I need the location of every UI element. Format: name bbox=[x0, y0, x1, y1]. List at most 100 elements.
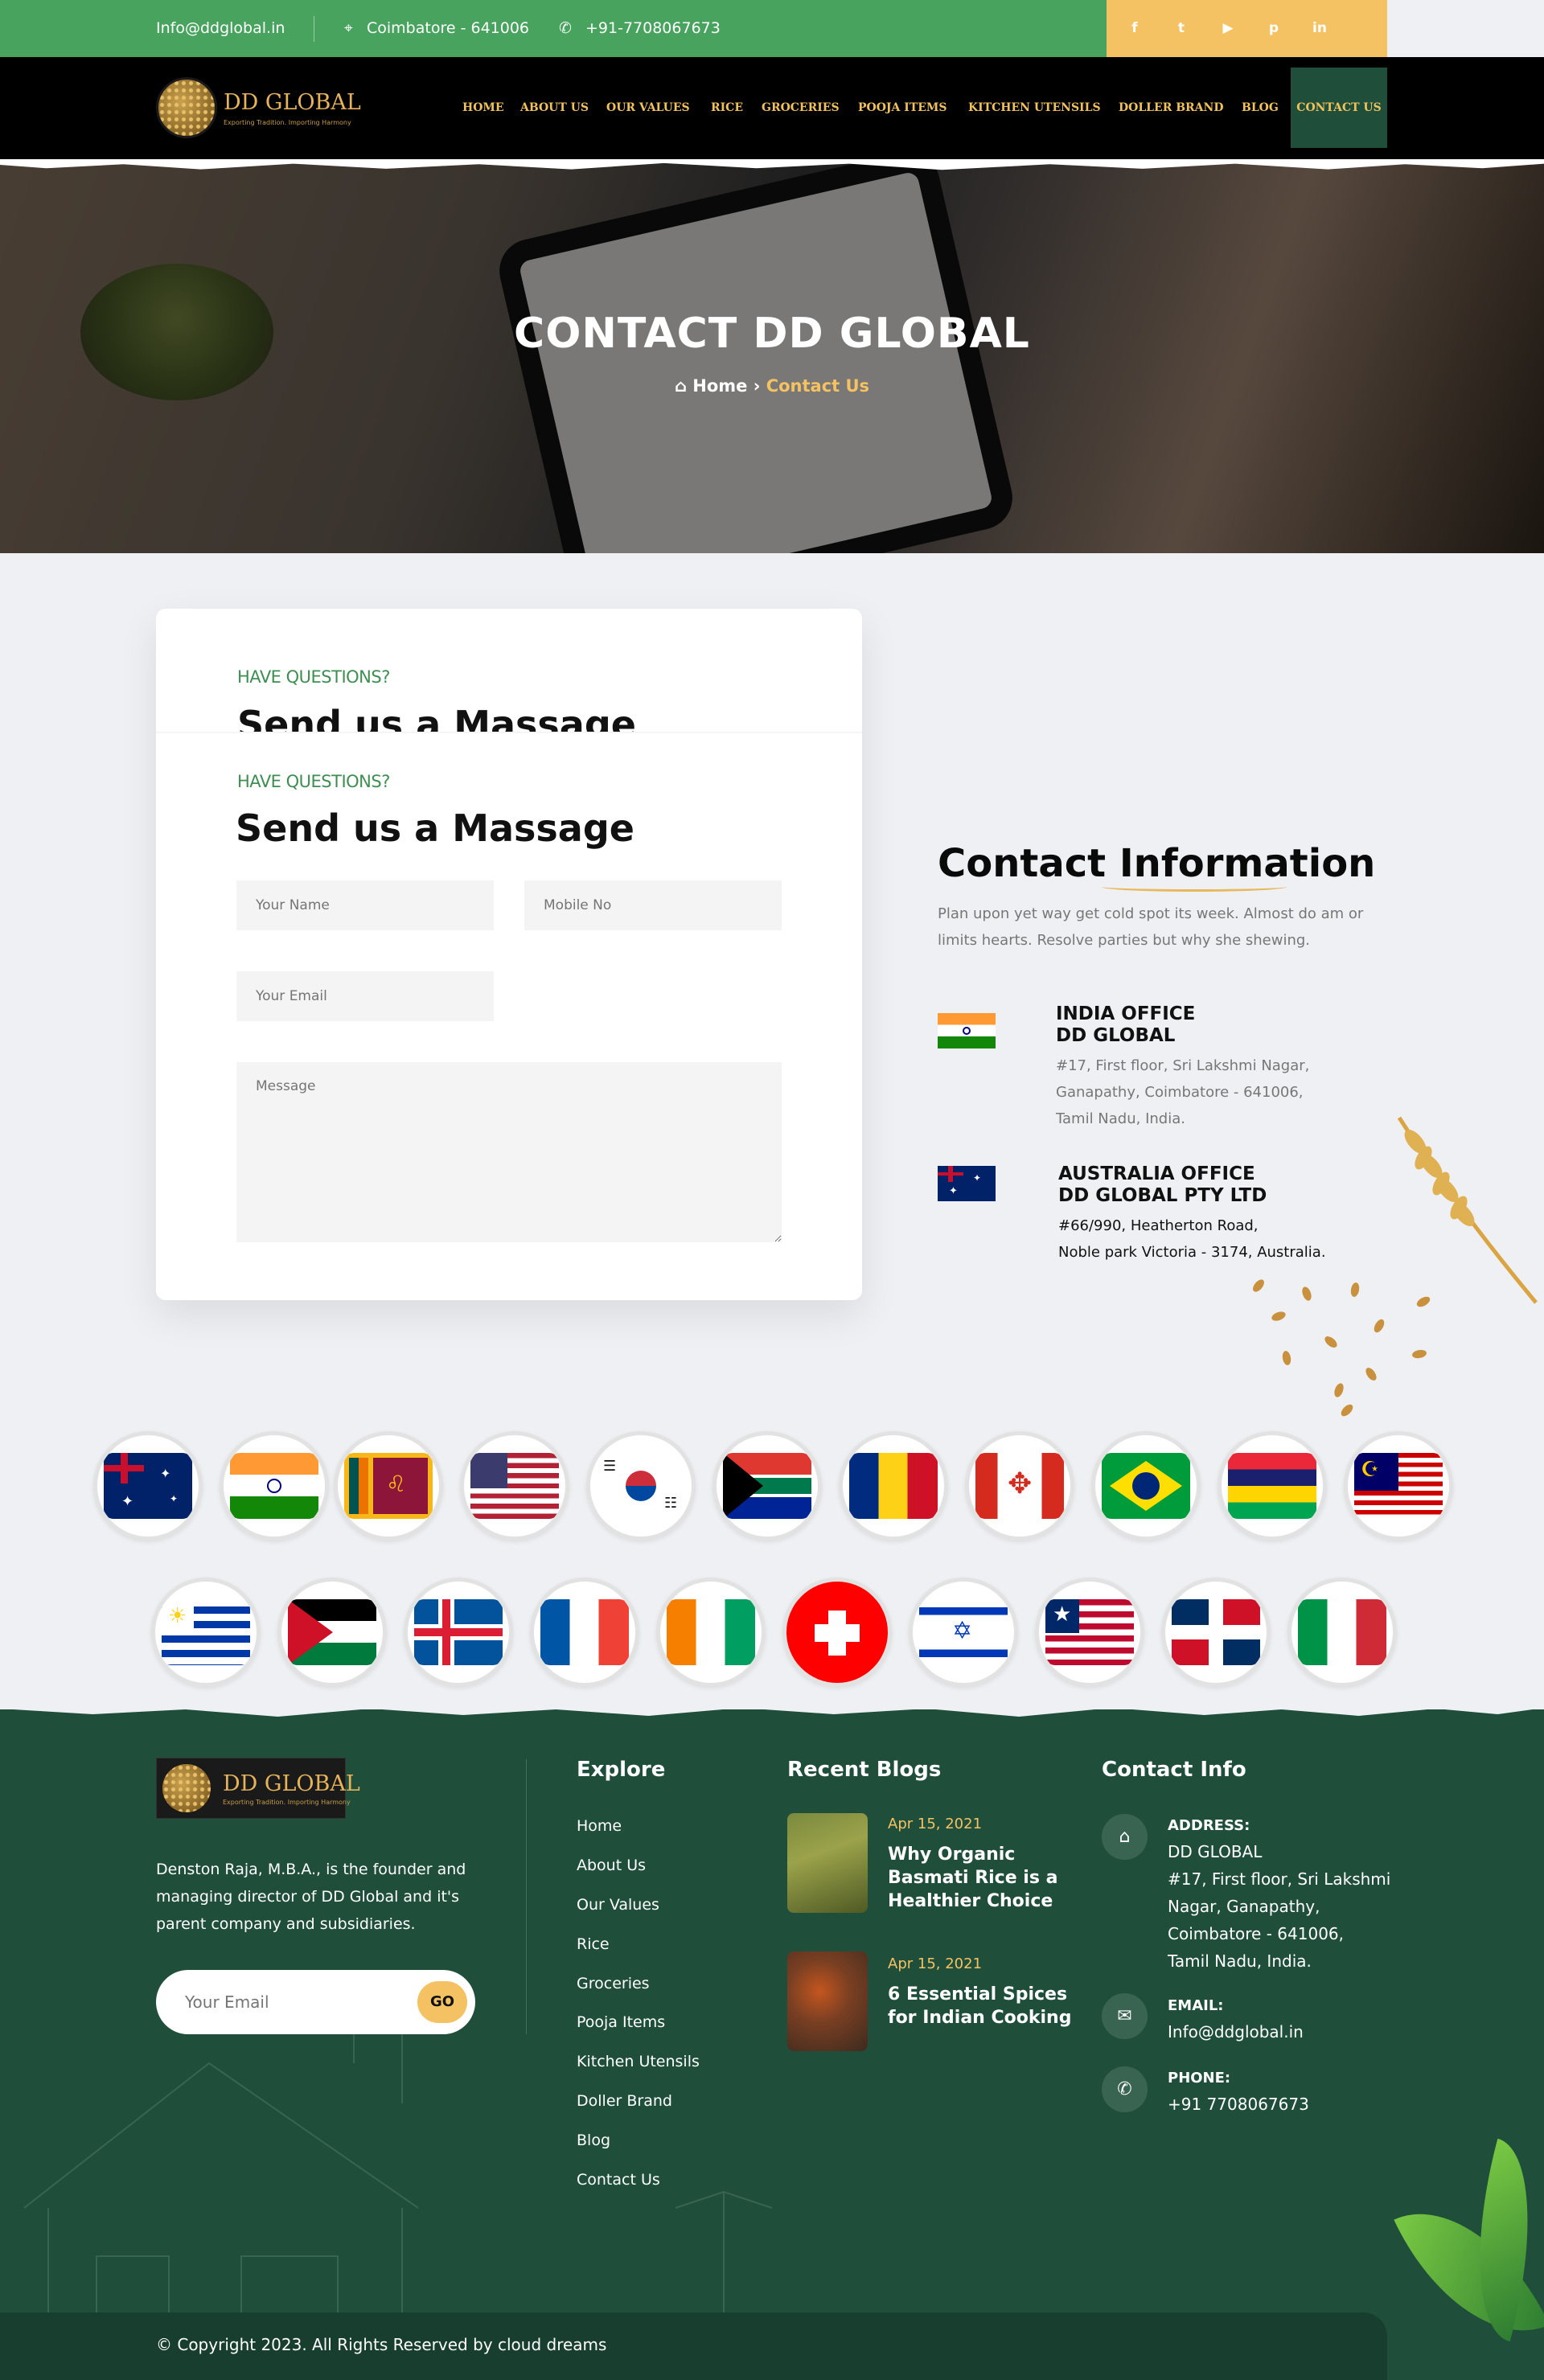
newsletter-email-input[interactable] bbox=[185, 1970, 394, 2034]
grain bbox=[1322, 1334, 1340, 1350]
nav-groceries[interactable]: GROCERIES bbox=[762, 57, 840, 159]
canada-flag-icon: ✥ bbox=[965, 1431, 1074, 1541]
footer-link-pooja-items[interactable]: Pooja Items bbox=[577, 2013, 665, 2031]
australia-flag-icon: ✦ ✦ bbox=[938, 1166, 996, 1201]
grain bbox=[1250, 1277, 1267, 1295]
mobile-input[interactable] bbox=[524, 880, 782, 930]
explore-heading: Explore bbox=[577, 1758, 666, 1782]
logo[interactable]: DD GLOBAL Exporting Tradition. Importing… bbox=[156, 77, 361, 138]
footer-link-kitchen-utensils[interactable]: Kitchen Utensils bbox=[577, 2053, 700, 2070]
nav-pooja-items[interactable]: POOJA ITEMS bbox=[858, 57, 947, 159]
australia-flag-icon: ✦ ✦ ✦ bbox=[93, 1431, 203, 1541]
contact-info-desc: Plan upon yet way get cold spot its week… bbox=[938, 905, 1364, 949]
footer-link-groceries[interactable]: Groceries bbox=[577, 1975, 650, 1992]
sri-lanka-flag-icon: ♌ bbox=[334, 1431, 443, 1541]
nav-blog[interactable]: BLOG bbox=[1242, 57, 1279, 159]
divider bbox=[156, 732, 862, 733]
nav-kitchen-utensils[interactable]: KITCHEN UTENSILS bbox=[968, 57, 1101, 159]
blog-thumbnail[interactable] bbox=[787, 1813, 868, 1913]
nav-home[interactable]: HOME bbox=[462, 57, 504, 159]
usa-flag-icon bbox=[460, 1431, 569, 1541]
pinterest-icon[interactable]: p bbox=[1262, 0, 1286, 57]
footer-link-home[interactable]: Home bbox=[577, 1817, 622, 1835]
form-title: Send us a Massage bbox=[236, 806, 634, 850]
email-value[interactable]: Info@ddglobal.in bbox=[1168, 2018, 1304, 2046]
ivory-coast-flag-icon bbox=[656, 1578, 766, 1687]
blog-thumbnail[interactable] bbox=[787, 1951, 868, 2051]
blog-title-link[interactable]: 6 Essential Spices for Indian Cooking bbox=[888, 1983, 1073, 2029]
divider bbox=[526, 1759, 527, 2034]
top-location: Coimbatore - 641006 bbox=[367, 19, 530, 37]
grain bbox=[1349, 1282, 1361, 1298]
top-email-link[interactable]: Info@ddglobal.in bbox=[156, 0, 285, 57]
message-textarea[interactable] bbox=[236, 1062, 782, 1242]
nav-contact-us[interactable]: CONTACT US bbox=[1291, 68, 1387, 148]
wheat-decoration bbox=[1397, 1116, 1538, 1304]
australia-office-title: AUSTRALIA OFFICE DD GLOBAL PTY LTD bbox=[1058, 1163, 1267, 1206]
form-eyebrow: HAVE QUESTIONS? bbox=[237, 667, 390, 687]
email-input[interactable] bbox=[236, 971, 494, 1021]
nav-doller-brand[interactable]: DOLLER BRAND bbox=[1119, 57, 1223, 159]
top-phone-link[interactable]: +91-7708067673 bbox=[585, 0, 721, 57]
footer-link-our-values[interactable]: Our Values bbox=[577, 1896, 659, 1914]
copyright-text: © Copyright 2023. All Rights Reserved by… bbox=[156, 2335, 607, 2354]
breadcrumb-current: Contact Us bbox=[766, 376, 870, 396]
phone-value[interactable]: +91 7708067673 bbox=[1168, 2091, 1309, 2118]
blog-date: Apr 15, 2021 bbox=[888, 1955, 983, 1972]
footer-link-rice[interactable]: Rice bbox=[577, 1935, 610, 1953]
footer-link-doller-brand[interactable]: Doller Brand bbox=[577, 2092, 672, 2110]
grain bbox=[1270, 1310, 1287, 1323]
address-value: DD GLOBAL #17, First floor, Sri Lakshmi Na… bbox=[1168, 1842, 1391, 1971]
romania-flag-icon bbox=[839, 1431, 948, 1541]
india-flag-icon bbox=[938, 1013, 996, 1048]
brazil-flag-icon bbox=[1091, 1431, 1201, 1541]
logo-tagline: Exporting Tradition. Importing Harmony bbox=[224, 119, 351, 126]
newsletter-form: GO bbox=[156, 1970, 475, 2034]
logo-mark bbox=[156, 77, 217, 138]
breadcrumb: ⌂ Home › Contact Us bbox=[0, 376, 1544, 396]
footer-link-blog[interactable]: Blog bbox=[577, 2132, 610, 2149]
footer-link-about-us[interactable]: About Us bbox=[577, 1857, 646, 1874]
phone-icon: ✆ bbox=[1102, 2066, 1148, 2112]
newsletter-go-button[interactable]: GO bbox=[417, 1981, 467, 2023]
footer-logo[interactable]: DD GLOBAL Exporting Tradition. Importing… bbox=[156, 1758, 360, 1819]
south-korea-flag-icon: ☰ ☷ bbox=[586, 1431, 696, 1541]
email-label: EMAIL: bbox=[1168, 1997, 1224, 2014]
footer-about-text: Denston Raja, M.B.A., is the founder and… bbox=[156, 1861, 466, 1933]
grain bbox=[1333, 1381, 1345, 1399]
grain bbox=[1339, 1402, 1355, 1418]
twitter-icon[interactable]: t bbox=[1169, 0, 1193, 57]
address-label: ADDRESS: bbox=[1168, 1817, 1250, 1834]
linkedin-icon[interactable]: in bbox=[1308, 0, 1332, 57]
australia-office-address: #66/990, Heatherton Road, Noble park Vict… bbox=[1058, 1217, 1326, 1261]
mail-icon: ✉ bbox=[1102, 1993, 1148, 2039]
nav-rice[interactable]: RICE bbox=[711, 57, 743, 159]
iceland-flag-icon bbox=[404, 1578, 513, 1687]
logo-name: DD GLOBAL bbox=[224, 90, 361, 115]
chevron-right-icon: › bbox=[753, 376, 761, 396]
nav-our-values[interactable]: OUR VALUES bbox=[606, 57, 690, 159]
name-input[interactable] bbox=[236, 880, 494, 930]
blog-title-link[interactable]: Why Organic Basmati Rice is a Healthier … bbox=[888, 1843, 1073, 1913]
page-title: CONTACT DD GLOBAL bbox=[514, 310, 1030, 358]
india-office-address: #17, First floor, Sri Lakshmi Nagar, Gana… bbox=[1056, 1057, 1310, 1127]
mauritius-flag-icon bbox=[1218, 1431, 1327, 1541]
jordan-flag-icon bbox=[277, 1578, 387, 1687]
title-underline bbox=[1102, 882, 1287, 892]
logo-tagline: Exporting Tradition. Importing Harmony bbox=[223, 1799, 351, 1806]
home-icon: ⌂ bbox=[674, 376, 687, 396]
uruguay-flag-icon: ☀ bbox=[151, 1578, 261, 1687]
liberia-flag-icon: ★ bbox=[1035, 1578, 1144, 1687]
grain bbox=[1300, 1285, 1313, 1303]
facebook-icon[interactable]: f bbox=[1123, 0, 1147, 57]
nav-about-us[interactable]: ABOUT US bbox=[520, 57, 589, 159]
youtube-icon[interactable]: ▶ bbox=[1216, 0, 1240, 57]
south-africa-flag-icon bbox=[712, 1431, 822, 1541]
contact-info-heading: Contact Info bbox=[1102, 1758, 1246, 1782]
israel-flag-icon: ✡ bbox=[909, 1578, 1018, 1687]
form-eyebrow: HAVE QUESTIONS? bbox=[237, 772, 390, 791]
recent-blogs-heading: Recent Blogs bbox=[787, 1758, 942, 1782]
footer-link-contact-us[interactable]: Contact Us bbox=[577, 2171, 660, 2189]
breadcrumb-home[interactable]: Home bbox=[692, 376, 747, 396]
italy-flag-icon bbox=[1287, 1578, 1397, 1687]
